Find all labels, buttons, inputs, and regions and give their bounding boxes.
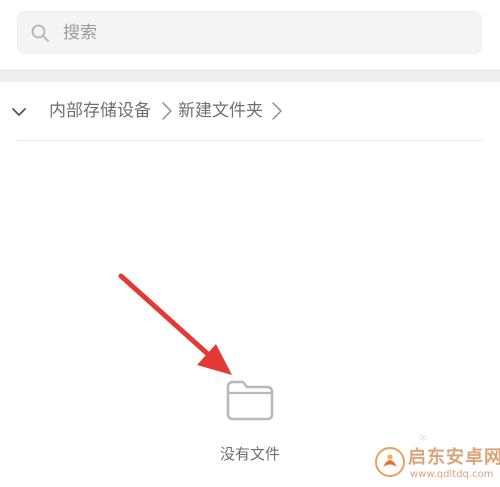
folder-icon <box>226 380 274 421</box>
watermark-title: 启东安卓网 <box>408 447 500 468</box>
search-icon <box>31 24 49 42</box>
breadcrumb: 内部存储设备 新建文件夹 <box>0 93 500 131</box>
chevron-right-icon <box>162 102 172 120</box>
watermark: 启东安卓网 www.qdltdq.com <box>370 442 500 484</box>
search-placeholder: 搜索 <box>63 23 97 43</box>
search-bar[interactable]: 搜索 <box>17 11 482 54</box>
chevron-right-icon <box>272 102 282 120</box>
watermark-logo <box>375 447 405 477</box>
section-separator <box>0 69 500 82</box>
empty-state-label: 没有文件 <box>219 445 280 463</box>
breadcrumb-divider <box>17 140 482 141</box>
watermark-url: www.qdltdq.com <box>410 469 494 480</box>
breadcrumb-item-new-folder[interactable]: 新建文件夹 <box>178 100 263 122</box>
breadcrumb-item-internal-storage[interactable]: 内部存储设备 <box>49 100 151 122</box>
chevron-down-icon[interactable] <box>11 104 27 120</box>
